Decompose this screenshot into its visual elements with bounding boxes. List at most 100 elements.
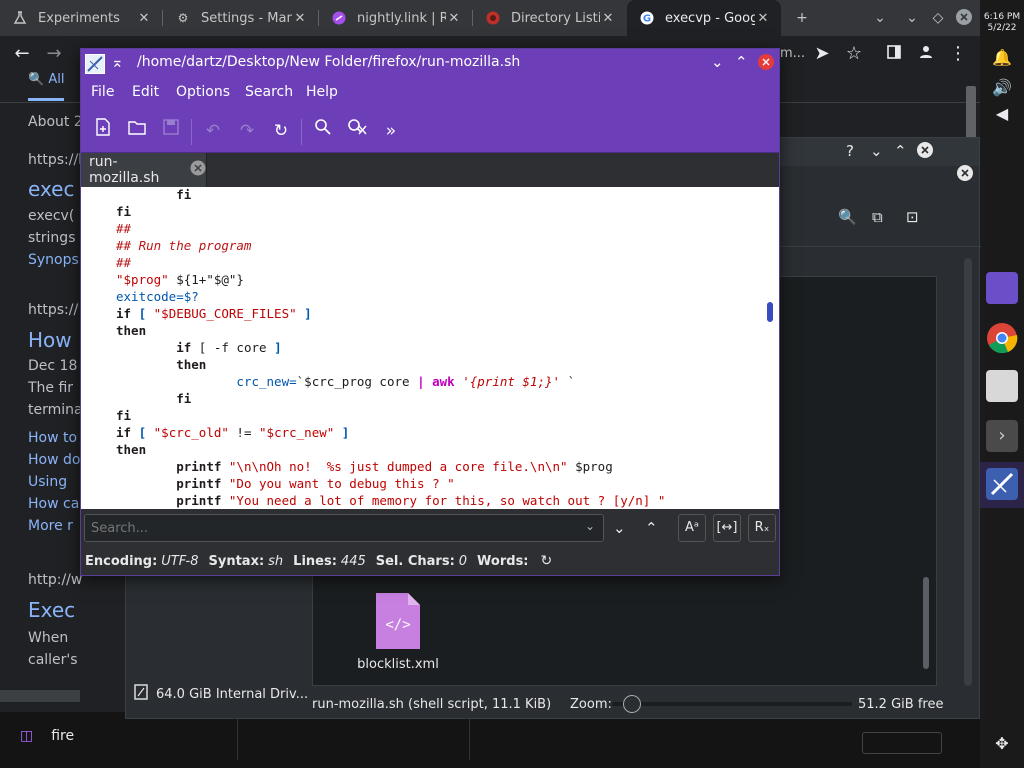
encoding-label: Encoding:: [85, 553, 158, 569]
find-previous-chevron-icon[interactable]: ⌃: [645, 519, 658, 537]
zoom-slider[interactable]: [612, 695, 852, 713]
collapse-arrow-icon[interactable]: ◀: [980, 104, 1024, 123]
match-case-icon[interactable]: Aᵃ: [678, 514, 706, 542]
close-tab-icon[interactable]: ✕: [292, 11, 308, 26]
open-folder-icon[interactable]: [123, 117, 151, 145]
related-question[interactable]: Using: [28, 474, 67, 490]
menu-edit[interactable]: Edit: [132, 84, 159, 100]
close-tab-icon[interactable]: [190, 160, 206, 180]
result-title[interactable]: How: [28, 328, 72, 352]
close-window-icon[interactable]: [954, 8, 974, 28]
gear-icon: ⚙: [177, 11, 189, 25]
minimize-window-icon[interactable]: ⌄: [902, 8, 922, 28]
close-panel-icon[interactable]: [956, 164, 974, 186]
undo-icon[interactable]: ↶: [199, 117, 227, 145]
tab-experiments[interactable]: Experiments ✕: [0, 0, 162, 36]
new-tab-icon[interactable]: ⧉: [872, 208, 883, 226]
encoding-value[interactable]: UTF-8: [161, 554, 198, 569]
move-arrows-icon[interactable]: ✥: [980, 734, 1024, 753]
pin-icon[interactable]: ⌅: [111, 53, 124, 71]
result-title[interactable]: exec: [28, 177, 74, 201]
tab-execvp-google[interactable]: G execvp - Googl ✕: [627, 0, 781, 36]
related-question[interactable]: How do: [28, 452, 80, 468]
tab-run-mozilla[interactable]: run-mozilla.sh: [81, 153, 207, 187]
back-arrow-icon[interactable]: ←: [10, 42, 34, 66]
forward-arrow-icon[interactable]: →: [42, 42, 66, 66]
menu-help[interactable]: Help: [306, 84, 338, 100]
result-snippet: execv(: [28, 208, 75, 224]
close-icon[interactable]: [916, 141, 934, 163]
tab-nightly-link[interactable]: nightly.link | R ✕: [319, 0, 472, 36]
editor-statusbar: Encoding: UTF-8 Syntax: sh Lines: 445 Se…: [81, 547, 779, 575]
regex-icon[interactable]: Rₓ: [748, 514, 776, 542]
profile-icon[interactable]: [914, 42, 938, 66]
menu-search[interactable]: Search: [245, 84, 293, 100]
new-tab-icon[interactable]: +: [792, 8, 812, 28]
taskbar-item[interactable]: [238, 712, 470, 760]
volume-icon[interactable]: 🔊: [980, 78, 1024, 97]
find-icon[interactable]: [309, 117, 337, 145]
search-text-input[interactable]: [91, 519, 571, 537]
tab-settings[interactable]: ⚙ Settings - Man ✕: [163, 0, 318, 36]
zoom-slider-handle[interactable]: [623, 695, 642, 713]
panel-scrollbar[interactable]: [964, 258, 972, 686]
search-input[interactable]: ⌄: [84, 514, 604, 542]
related-question[interactable]: How ca: [28, 496, 79, 512]
clock-time: 6:16 PM: [983, 12, 1021, 22]
file-item-blocklist[interactable]: </> blocklist.xml: [353, 593, 443, 672]
editor-scrollbar-handle[interactable]: [767, 302, 773, 322]
side-panel-icon[interactable]: [882, 42, 906, 66]
terminal-panel-icon[interactable]: ⊡: [906, 208, 919, 226]
close-tab-icon[interactable]: ✕: [600, 11, 616, 26]
close-icon[interactable]: [757, 53, 775, 75]
close-tab-icon[interactable]: ✕: [136, 11, 152, 26]
star-icon[interactable]: ☆: [842, 42, 866, 66]
menu-file[interactable]: File: [91, 84, 114, 100]
result-sublink[interactable]: Synops: [28, 252, 79, 268]
notification-bell-icon[interactable]: 🔔: [980, 48, 1024, 67]
redo-icon[interactable]: ↷: [233, 117, 261, 145]
horizontal-scrollbar[interactable]: [0, 690, 80, 702]
find-next-chevron-icon[interactable]: ⌄: [613, 519, 626, 537]
maximize-icon[interactable]: ⌃: [894, 142, 907, 160]
refresh-icon[interactable]: ↻: [541, 553, 553, 569]
taskbar-item-firefox[interactable]: ◫ fire: [0, 712, 238, 760]
whole-words-icon[interactable]: [↔]: [713, 514, 741, 542]
help-icon[interactable]: ?: [846, 142, 854, 160]
search-icon[interactable]: 🔍: [838, 208, 857, 226]
more-tools-icon[interactable]: »: [377, 117, 405, 145]
chrome-app-icon[interactable]: [986, 322, 1018, 354]
archive-app-icon[interactable]: [986, 370, 1018, 402]
minimize-icon[interactable]: ⌄: [870, 142, 883, 160]
code-editor[interactable]: fi fi ## ## Run the program ## "$prog" $…: [81, 187, 779, 509]
new-file-icon[interactable]: [89, 117, 117, 145]
more-menu-icon[interactable]: ⋮: [946, 42, 970, 66]
syntax-value[interactable]: sh: [268, 554, 283, 569]
file-manager-app-icon[interactable]: [986, 272, 1018, 304]
close-tab-icon[interactable]: ✕: [755, 11, 771, 26]
maximize-icon[interactable]: ⌃: [735, 53, 748, 71]
send-icon[interactable]: ➤: [810, 42, 834, 66]
restore-window-icon[interactable]: ◇: [928, 8, 948, 28]
search-history-chevron-icon[interactable]: ⌄: [585, 519, 595, 533]
toolbar-separator: [191, 119, 192, 145]
close-tab-icon[interactable]: ✕: [446, 11, 462, 26]
places-item-internal-drive[interactable]: 64.0 GiB Internal Driv...: [134, 684, 308, 704]
reload-icon[interactable]: ↻: [267, 117, 295, 145]
all-results-tab[interactable]: 🔍 All: [28, 72, 64, 87]
tab-directory-listing[interactable]: Directory Listin ✕: [473, 0, 626, 36]
tab-search-chevron-icon[interactable]: ⌄: [870, 8, 890, 28]
code-line: exitcode=$?: [116, 289, 199, 304]
replace-icon[interactable]: [343, 117, 371, 145]
result-title[interactable]: Exec: [28, 598, 75, 622]
related-question[interactable]: How to: [28, 430, 77, 446]
save-icon[interactable]: [157, 117, 185, 145]
terminal-app-icon[interactable]: ›: [986, 420, 1018, 452]
more-results-link[interactable]: More r: [28, 518, 73, 534]
kate-app-icon[interactable]: [986, 468, 1018, 500]
taskbar-widget[interactable]: [862, 732, 942, 754]
free-space: 51.2 GiB free: [858, 696, 944, 712]
file-view-scrollbar[interactable]: [923, 577, 929, 669]
menu-options[interactable]: Options: [176, 84, 230, 100]
minimize-icon[interactable]: ⌄: [711, 53, 724, 71]
